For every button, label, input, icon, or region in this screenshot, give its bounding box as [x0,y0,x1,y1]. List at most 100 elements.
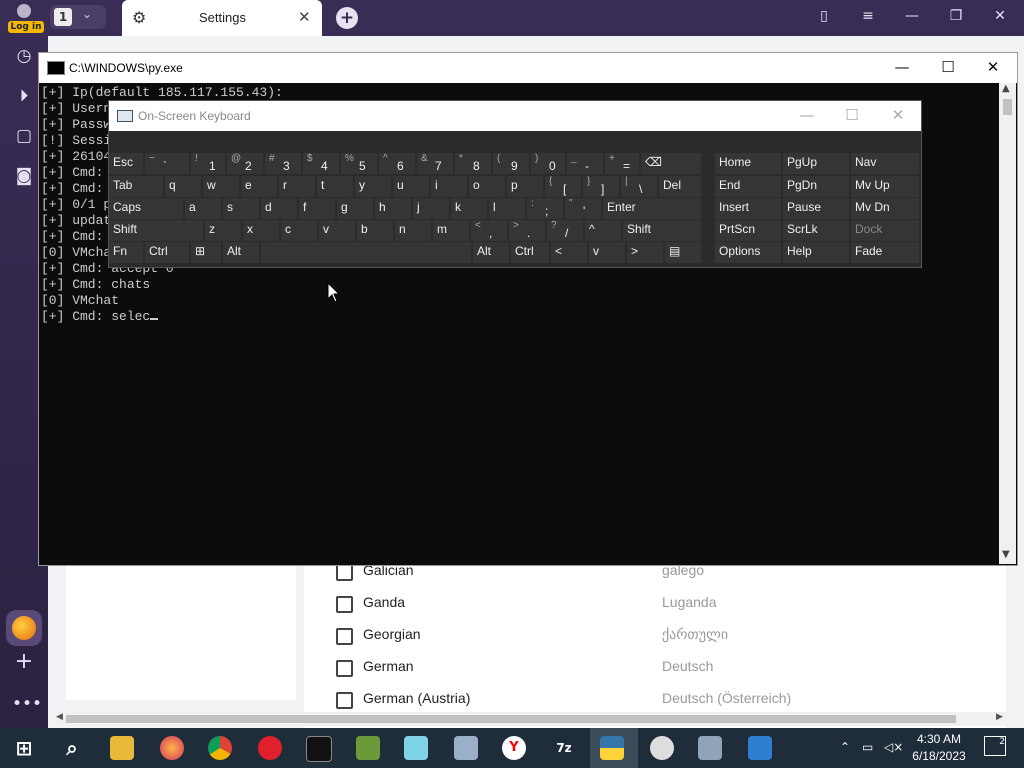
key-d[interactable]: d [261,198,297,219]
key-x[interactable]: x [243,220,279,241]
close-icon[interactable]: ✕ [981,58,1005,76]
key-home[interactable]: Home [715,153,781,174]
camera-app-icon[interactable] [698,736,722,760]
language-row[interactable]: German Deutsch [304,652,1006,684]
login-button[interactable]: Log in [6,2,44,34]
language-checkbox[interactable] [336,660,353,677]
key-arrow-down[interactable]: v [589,242,625,263]
key-j[interactable]: j [413,198,449,219]
key-open-bracket[interactable]: {[ [545,176,581,197]
firefox-icon[interactable] [160,736,184,760]
remote-desktop-icon[interactable] [748,736,772,760]
vertical-scrollbar[interactable]: ▲ ▼ [999,83,1016,564]
scroll-down-icon[interactable]: ▼ [1002,549,1010,560]
key-3[interactable]: #3 [265,153,301,174]
key-dock[interactable]: Dock [851,220,919,241]
key-ctrl-right[interactable]: Ctrl [511,242,549,263]
minimize-icon[interactable]: — [890,58,914,76]
start-icon[interactable]: ⊞ [12,736,36,760]
key-m[interactable]: m [433,220,469,241]
camera-icon[interactable]: ◙ [12,164,36,188]
workspace-icon[interactable]: ▢ [12,124,36,148]
language-row[interactable]: Georgian ქართული [304,620,1006,652]
key-prtscn[interactable]: PrtScn [715,220,781,241]
maximize-icon[interactable]: ☐ [840,106,864,124]
close-icon[interactable]: ✕ [886,106,910,124]
key-semicolon[interactable]: :; [527,198,563,219]
key-windows[interactable]: ⊞ [191,242,221,263]
key-tilde[interactable]: ~ ` [145,153,189,174]
key-2[interactable]: @2 [227,153,263,174]
key-4[interactable]: $4 [303,153,339,174]
key-caps[interactable]: Caps [109,198,183,219]
taskbar-clock[interactable]: 4:30 AM 6/18/2023 [904,731,974,765]
key-e[interactable]: e [241,176,277,197]
key-f[interactable]: f [299,198,335,219]
key-alt-left[interactable]: Alt [223,242,259,263]
key-g[interactable]: g [337,198,373,219]
7zip-icon[interactable]: 7z [552,736,576,760]
key-r[interactable]: r [279,176,315,197]
key-tab[interactable]: Tab [109,176,163,197]
key-insert[interactable]: Insert [715,198,781,219]
key-y[interactable]: y [355,176,391,197]
key-pause[interactable]: Pause [783,198,849,219]
chrome-icon[interactable] [208,736,232,760]
key-shift-left[interactable]: Shift [109,220,203,241]
key-del[interactable]: Del [659,176,701,197]
maximize-icon[interactable]: ☐ [936,58,960,76]
key-k[interactable]: k [451,198,487,219]
terminal-icon[interactable] [306,736,332,762]
key-arrow-up[interactable]: ^ [585,220,621,241]
new-tab-button[interactable]: + [336,7,358,29]
key-0[interactable]: ) 0 [531,153,565,174]
key-alt-right[interactable]: Alt [473,242,509,263]
key-close-bracket[interactable]: }] [583,176,619,197]
close-tab-icon[interactable]: ✕ [298,8,311,26]
key-nav[interactable]: Nav [851,153,919,174]
opera-icon[interactable] [258,736,282,760]
keyboard-titlebar[interactable]: On-Screen Keyboard — ☐ ✕ [109,101,921,131]
key-1[interactable]: ! 1 [191,153,225,174]
key-v[interactable]: v [319,220,355,241]
key-equals[interactable]: + = [605,153,639,174]
key-w[interactable]: w [203,176,239,197]
language-row[interactable]: Ganda Luganda [304,588,1006,620]
key-n[interactable]: n [395,220,431,241]
key-space[interactable] [261,242,471,263]
key-period[interactable]: >. [509,220,545,241]
horizontal-scrollbar[interactable]: ◀ ▶ [56,712,1008,726]
key-l[interactable]: l [489,198,525,219]
key-i[interactable]: i [431,176,467,197]
key-shift-right[interactable]: Shift [623,220,701,241]
restore-icon[interactable]: ❐ [946,8,966,24]
workspace-button[interactable]: 1 ⌄ [50,5,106,29]
key-t[interactable]: t [317,176,353,197]
key-slash[interactable]: ? / [547,220,583,241]
key-h[interactable]: h [375,198,411,219]
minimize-icon[interactable]: — [902,8,922,24]
key-enter[interactable]: Enter [603,198,701,219]
key-9[interactable]: (9 [493,153,529,174]
key-c[interactable]: c [281,220,317,241]
key-arrow-right[interactable]: > [627,242,663,263]
add-panel-icon[interactable]: + [12,650,36,674]
notes-icon[interactable] [404,736,428,760]
key-backslash[interactable]: | \ [621,176,657,197]
key-8[interactable]: * 8 [455,153,491,174]
key-menu[interactable]: ▤ [665,242,701,263]
network-icon[interactable] [454,736,478,760]
close-window-icon[interactable]: ✕ [990,8,1010,24]
language-checkbox[interactable] [336,628,353,645]
more-icon[interactable]: ••• [12,692,42,716]
key-ctrl-left[interactable]: Ctrl [145,242,189,263]
key-mv-dn[interactable]: Mv Dn [851,198,919,219]
console-titlebar[interactable]: C:\WINDOWS\py.exe — ☐ ✕ [39,53,1017,83]
key-pgdn[interactable]: PgDn [783,176,849,197]
menu-icon[interactable]: ≡ [858,8,878,24]
key-6[interactable]: ^ 6 [379,153,415,174]
file-explorer-icon[interactable] [110,736,134,760]
clock-icon[interactable]: ◷ [12,44,36,68]
key-quote[interactable]: " ' [565,198,601,219]
tab-settings[interactable]: ⚙ Settings ✕ [122,0,322,36]
